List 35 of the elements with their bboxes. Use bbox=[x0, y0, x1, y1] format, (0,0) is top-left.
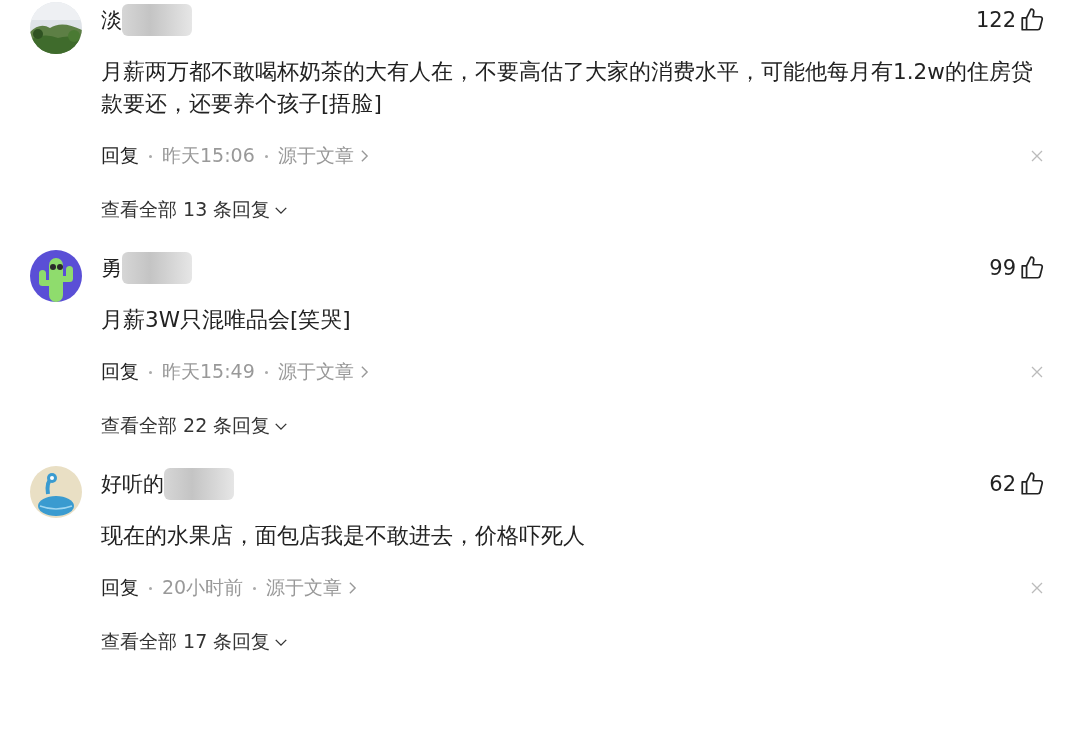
like-button[interactable]: 122 bbox=[975, 7, 1045, 33]
cactus-avatar-icon bbox=[30, 250, 82, 302]
comment-text: 现在的水果店，面包店我是不敢进去，价格吓死人 bbox=[101, 522, 586, 550]
blur-mask bbox=[122, 4, 192, 36]
comment-time: 昨天15:06 bbox=[162, 143, 255, 168]
blur-mask bbox=[122, 252, 192, 284]
user-name[interactable]: 好听的 bbox=[101, 470, 164, 498]
view-replies-button[interactable]: 查看全部 22 条回复 bbox=[101, 410, 289, 442]
chevron-down-icon bbox=[274, 637, 289, 647]
chevron-down-icon bbox=[274, 205, 289, 215]
chevron-right-icon bbox=[359, 149, 369, 163]
comment-time: 20小时前 bbox=[162, 575, 244, 600]
close-icon[interactable] bbox=[1031, 582, 1043, 594]
user-name[interactable]: 勇 bbox=[101, 254, 122, 282]
comment-time: 昨天15:49 bbox=[162, 359, 255, 384]
user-name[interactable]: 淡 bbox=[101, 6, 122, 34]
blur-mask bbox=[164, 468, 234, 500]
close-icon[interactable] bbox=[1031, 150, 1043, 162]
close-icon[interactable] bbox=[1031, 366, 1043, 378]
alien-avatar-icon bbox=[30, 466, 82, 518]
comment-text: 月薪3W只混唯品会[笑哭] bbox=[101, 306, 352, 334]
thumbs-up-icon bbox=[1019, 7, 1045, 33]
reply-button[interactable]: 回复 bbox=[101, 143, 139, 169]
chevron-down-icon bbox=[274, 421, 289, 431]
reply-button[interactable]: 回复 bbox=[101, 575, 139, 601]
thumbs-up-icon bbox=[1019, 255, 1045, 281]
comment-text: 月薪两万都不敢喝杯奶茶的大有人在，不要高估了大家的消费水平，可能他每月有1.2w的住房贷款要还，还要养个孩子[捂脸] bbox=[101, 58, 1034, 118]
reply-button[interactable]: 回复 bbox=[101, 359, 139, 385]
view-replies-button[interactable]: 查看全部 17 条回复 bbox=[101, 626, 289, 658]
thumbs-up-icon bbox=[1019, 471, 1045, 497]
like-button[interactable]: 62 bbox=[989, 471, 1045, 497]
view-replies-button[interactable]: 查看全部 13 条回复 bbox=[101, 194, 289, 226]
like-button[interactable]: 99 bbox=[989, 255, 1045, 281]
chevron-right-icon bbox=[359, 365, 369, 379]
chevron-right-icon bbox=[348, 581, 358, 595]
